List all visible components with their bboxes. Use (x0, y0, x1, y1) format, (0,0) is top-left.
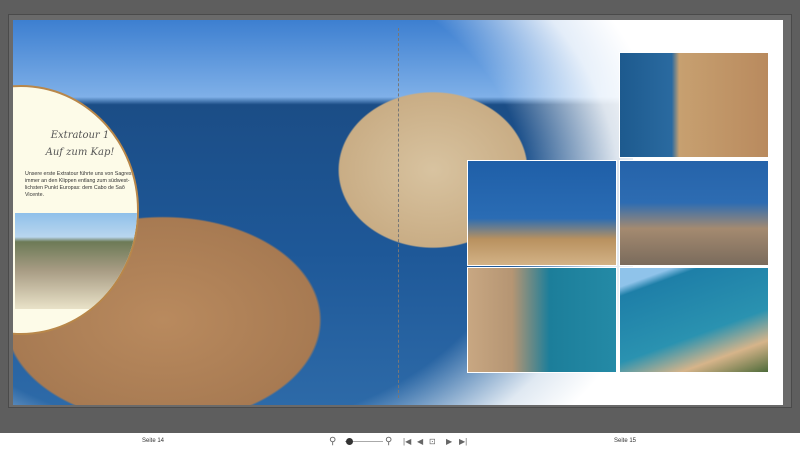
zoom-out-icon[interactable]: ⚲ (329, 435, 336, 448)
photo-cliff-arch[interactable] (619, 52, 769, 158)
last-page-icon[interactable]: ▶| (459, 435, 467, 448)
page-fold-line (398, 28, 399, 398)
photo-book-spread[interactable]: Extratour 1 Auf zum Kap! Unsere erste Ext… (13, 20, 783, 405)
photo-rock-stack[interactable] (619, 160, 769, 266)
bottom-toolbar (0, 433, 800, 450)
photo-beach[interactable] (619, 267, 769, 373)
oval-title: Extratour 1 Auf zum Kap! (45, 130, 115, 158)
first-page-icon[interactable]: |◀ (403, 435, 411, 448)
photo-sea-arch[interactable] (467, 267, 617, 373)
oval-body-text: Unsere erste Extratour führte uns von Sa… (25, 171, 139, 198)
zoom-in-icon[interactable]: ⚲ (385, 435, 392, 448)
previous-page-icon[interactable]: ◀ (417, 435, 423, 448)
lighthouse-photo[interactable] (15, 213, 137, 309)
zoom-slider-thumb[interactable] (346, 438, 353, 445)
right-page-label: Seite 15 (614, 438, 637, 444)
fit-page-icon[interactable]: ⊡ (429, 435, 436, 448)
photo-fisherman[interactable] (467, 160, 617, 266)
next-page-icon[interactable]: ▶ (446, 435, 452, 448)
left-page-label: Seite 14 (142, 438, 165, 444)
